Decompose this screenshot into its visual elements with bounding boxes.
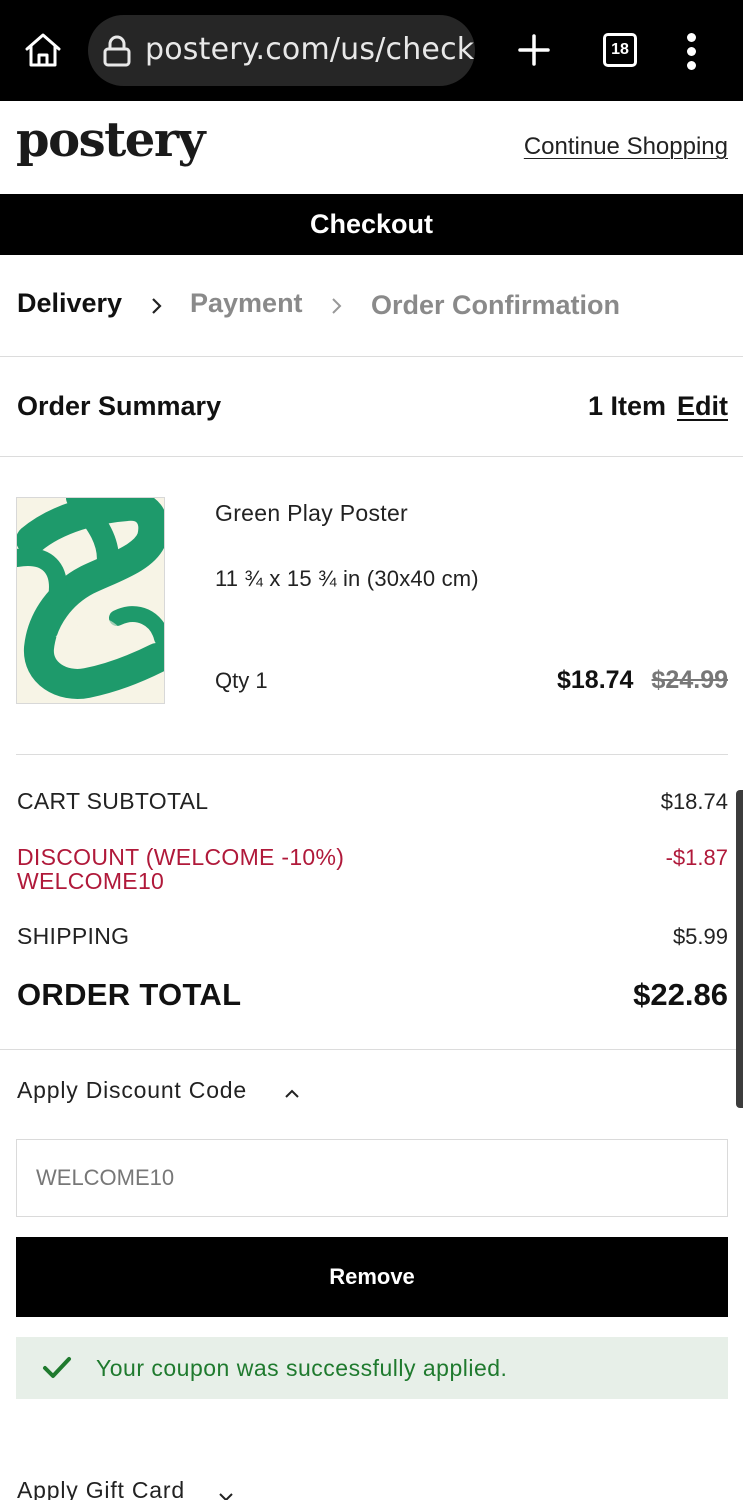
scrollbar[interactable] [736, 790, 743, 1108]
checkmark-icon [42, 1355, 72, 1381]
checkout-steps: Delivery Payment Order Confirmation [0, 256, 743, 357]
subtotal-label: CART SUBTOTAL [17, 788, 209, 814]
chevron-right-icon [330, 296, 344, 316]
coupon-success-message: Your coupon was successfully applied. [16, 1337, 728, 1399]
apply-discount-toggle[interactable]: Apply Discount Code [17, 1077, 247, 1104]
order-summary-title: Order Summary [17, 391, 222, 421]
divider [0, 1049, 743, 1050]
tab-switcher-button[interactable]: 18 [603, 33, 637, 67]
address-bar[interactable]: postery.com/us/check [88, 15, 475, 86]
product-size: 11 ¾ x 15 ¾ in (30x40 cm) [215, 566, 479, 591]
subtotal-value: $18.74 [660, 789, 728, 814]
shipping-value: $5.99 [672, 924, 728, 949]
discount-value: -$1.87 [665, 845, 728, 870]
chevron-right-icon [150, 296, 164, 316]
divider [16, 754, 728, 755]
new-tab-icon[interactable] [516, 31, 552, 69]
product-quantity: Qty 1 [215, 668, 268, 693]
chevron-up-icon[interactable] [284, 1087, 300, 1099]
home-icon[interactable] [22, 30, 64, 70]
order-total-value: $22.86 [633, 977, 728, 1012]
browser-toolbar: postery.com/us/check 18 [0, 0, 743, 101]
cart-item: Green Play Poster 11 ¾ x 15 ¾ in (30x40 … [0, 457, 743, 755]
discount-code-label: WELCOME10 [17, 868, 165, 894]
chevron-down-icon[interactable] [218, 1490, 234, 1500]
discount-label: DISCOUNT (WELCOME -10%) [17, 844, 345, 870]
item-count: 1 Item [588, 391, 667, 421]
more-menu-icon[interactable] [680, 32, 704, 70]
product-thumbnail[interactable] [16, 497, 165, 704]
apply-gift-card-toggle[interactable]: Apply Gift Card [17, 1477, 185, 1500]
url-text: postery.com/us/check [145, 32, 475, 67]
lock-icon [102, 35, 132, 67]
remove-coupon-button[interactable]: Remove [16, 1237, 728, 1317]
discount-code-input[interactable] [16, 1139, 728, 1217]
order-summary-header: Order Summary 1 Item Edit [0, 357, 743, 457]
tab-count: 18 [611, 41, 629, 58]
product-original-price: $24.99 [651, 666, 728, 694]
success-text: Your coupon was successfully applied. [96, 1355, 508, 1381]
site-logo[interactable]: postery [16, 112, 206, 168]
product-name[interactable]: Green Play Poster [215, 500, 408, 527]
product-price: $18.74 [557, 666, 634, 694]
step-delivery[interactable]: Delivery [17, 288, 122, 319]
continue-shopping-link[interactable]: Continue Shopping [524, 133, 728, 161]
step-payment[interactable]: Payment [190, 288, 303, 319]
checkout-banner: Checkout [0, 194, 743, 255]
edit-cart-link[interactable]: Edit [677, 391, 728, 422]
shipping-label: SHIPPING [17, 923, 130, 949]
step-order-confirmation: Order Confirmation [371, 290, 621, 320]
order-total-label: ORDER TOTAL [17, 977, 242, 1012]
